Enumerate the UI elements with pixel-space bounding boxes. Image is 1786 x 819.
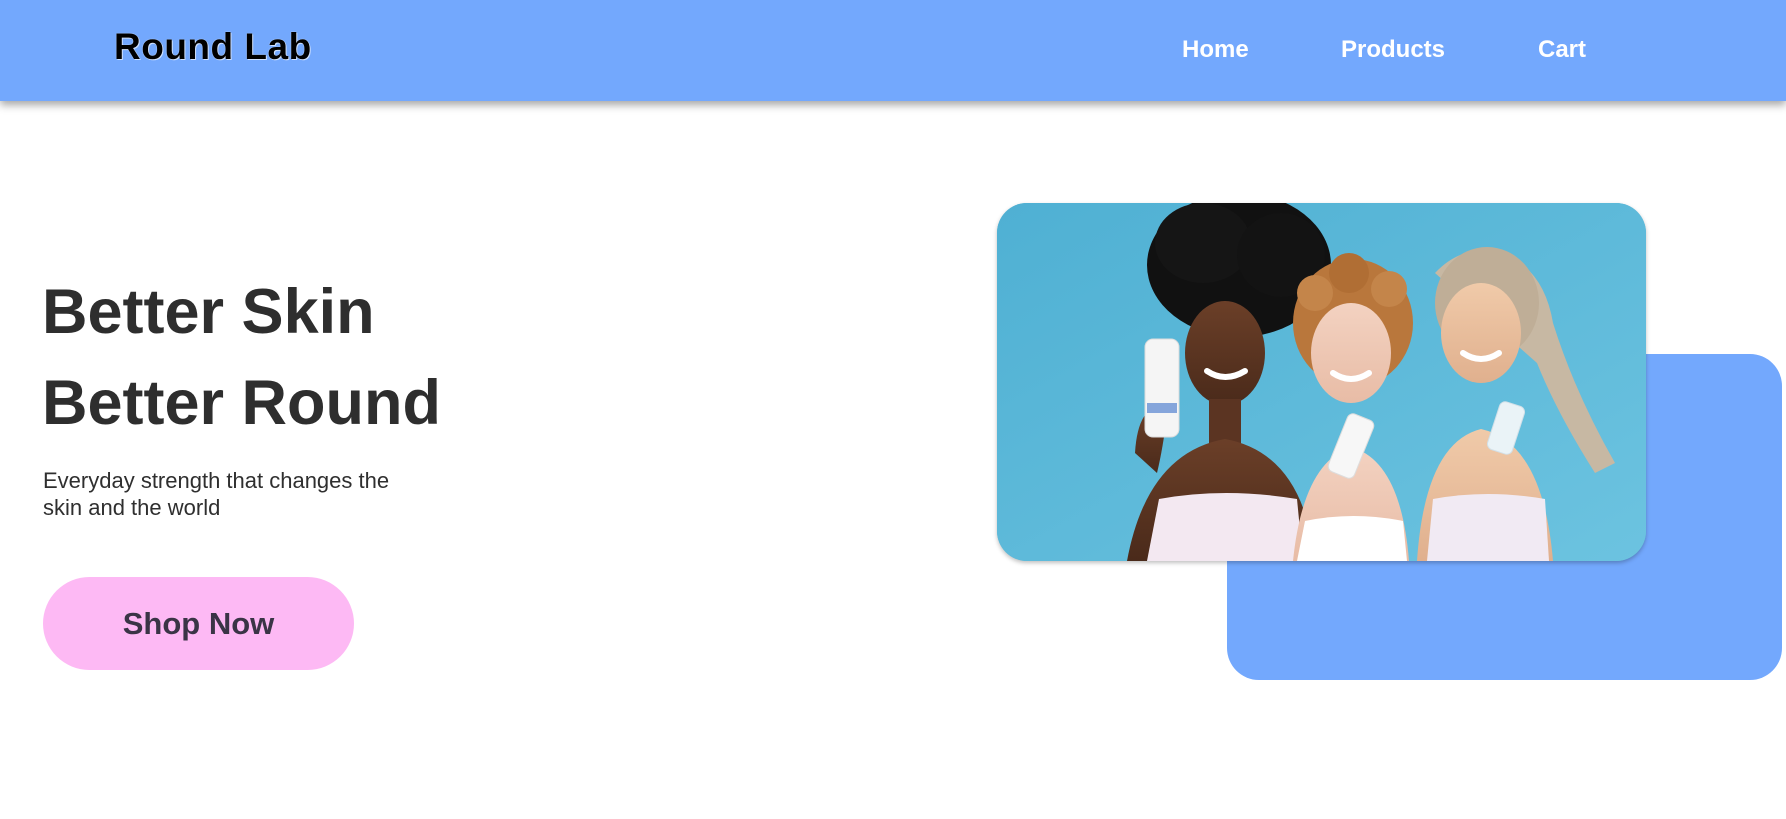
brand-logo[interactable]: Round Lab bbox=[114, 26, 312, 68]
nav-link-cart[interactable]: Cart bbox=[1538, 36, 1586, 64]
nav-link-products[interactable]: Products bbox=[1341, 36, 1445, 64]
nav-link-home[interactable]: Home bbox=[1182, 36, 1249, 64]
hero-title-line-1: Better Skin bbox=[42, 277, 375, 347]
hero-title-line-2: Better Round bbox=[42, 368, 441, 438]
hero-subtitle: Everyday strength that changes the skin … bbox=[43, 468, 390, 520]
shop-now-button[interactable]: Shop Now bbox=[43, 577, 354, 670]
top-navbar: Round Lab Home Products Cart bbox=[0, 0, 1786, 101]
hero-photo-illustration bbox=[997, 203, 1646, 561]
hero-photo bbox=[997, 203, 1646, 561]
